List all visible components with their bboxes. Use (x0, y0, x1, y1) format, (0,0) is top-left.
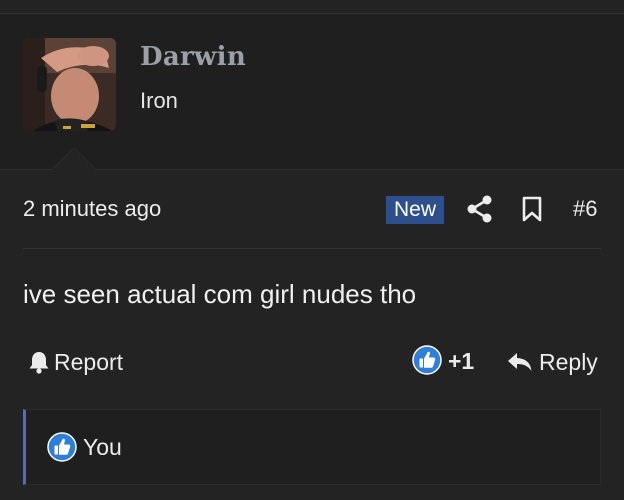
user-title: Iron (140, 88, 178, 113)
reply-button[interactable]: Reply (507, 346, 598, 378)
avatar[interactable] (23, 38, 116, 131)
user-avatar-photo (23, 38, 116, 131)
report-button[interactable]: Report (28, 346, 123, 378)
new-badge: New (386, 196, 445, 224)
post-timestamp[interactable]: 2 minutes ago (23, 196, 161, 222)
divider (23, 248, 601, 249)
bookmark-icon[interactable] (521, 196, 543, 222)
report-label: Report (54, 348, 124, 375)
thumbs-up-icon[interactable] (412, 345, 442, 375)
author-pointer (52, 148, 96, 170)
reply-label: Reply (539, 348, 598, 375)
reply-arrow-icon (508, 353, 532, 371)
reaction-users[interactable]: You (83, 434, 122, 461)
username[interactable]: Darwin (140, 42, 246, 72)
thumbs-up-icon (47, 432, 77, 462)
post-container: Darwin Iron 2 minutes ago New #6 ive see… (0, 0, 624, 500)
share-icon[interactable] (467, 195, 493, 223)
bell-icon (29, 352, 49, 374)
post-number-link[interactable]: #6 (573, 196, 597, 222)
like-count: +1 (448, 348, 475, 374)
post-body: ive seen actual com girl nudes tho (23, 279, 417, 309)
